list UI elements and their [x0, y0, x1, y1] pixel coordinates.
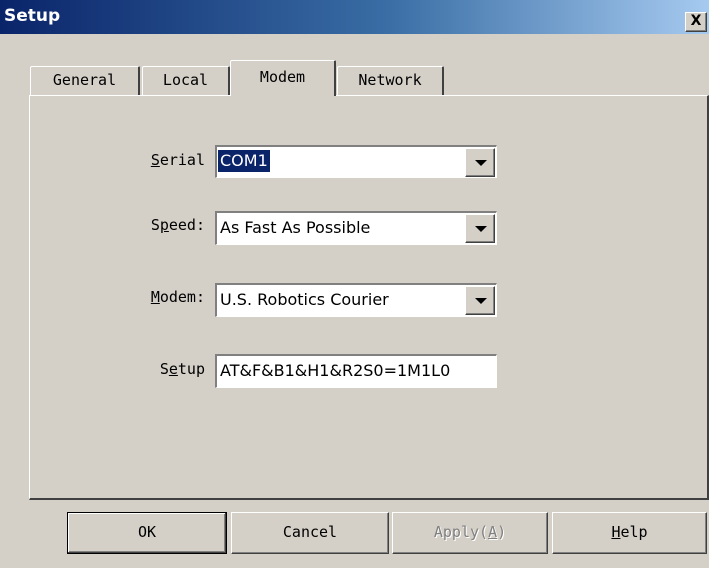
speed-label-pre: S	[150, 216, 160, 234]
help-button[interactable]: Help	[552, 512, 707, 554]
tab-local[interactable]: Local	[142, 66, 230, 96]
serial-dropdown[interactable]: COM1	[215, 145, 497, 178]
apply-label-pre: Apply(	[433, 523, 489, 541]
help-label-rest: elp	[620, 523, 648, 541]
modem-label-mnemonic: M	[150, 288, 160, 306]
serial-dropdown-button[interactable]	[465, 148, 495, 177]
chevron-down-icon	[475, 160, 487, 166]
setup-value: AT&F&B1&H1&R2S0=1M1L0	[220, 361, 451, 380]
serial-label: Serial	[110, 151, 205, 169]
modem-tab-panel: Serial COM1 Speed: As Fast As Possible M…	[29, 95, 709, 500]
tab-general-label: General	[52, 71, 117, 89]
tab-local-label: Local	[162, 71, 209, 89]
setup-string-input[interactable]: AT&F&B1&H1&R2S0=1M1L0	[215, 354, 497, 388]
serial-label-rest: erial	[159, 151, 205, 169]
tab-network[interactable]: Network	[337, 66, 444, 96]
speed-label: Speed:	[110, 216, 205, 234]
setup-label: Setup	[110, 360, 205, 378]
tab-network-label: Network	[358, 71, 422, 89]
modem-dropdown-button[interactable]	[465, 286, 495, 315]
speed-label-mnemonic: p	[159, 216, 169, 234]
setup-label-pre: S	[159, 360, 169, 378]
speed-dropdown-button[interactable]	[465, 214, 495, 243]
ok-button-label: OK	[137, 523, 157, 541]
close-icon: X	[690, 13, 702, 29]
tab-general[interactable]: General	[30, 66, 140, 96]
serial-value: COM1	[218, 150, 270, 172]
window-title: Setup	[4, 6, 61, 26]
tab-modem[interactable]: Modem	[230, 60, 336, 96]
chevron-down-icon	[475, 226, 487, 232]
speed-dropdown[interactable]: As Fast As Possible	[215, 211, 497, 245]
tab-modem-label: Modem	[259, 68, 306, 86]
modem-label: Modem:	[110, 288, 205, 306]
setup-label-mnemonic: e	[168, 360, 178, 378]
apply-label-mnemonic: A	[488, 523, 498, 541]
cancel-button[interactable]: Cancel	[231, 512, 389, 554]
setup-label-rest: tup	[177, 360, 205, 378]
cancel-button-label: Cancel	[282, 523, 338, 541]
serial-label-mnemonic: S	[150, 151, 160, 169]
apply-button[interactable]: Apply(A)	[392, 512, 548, 554]
speed-label-rest: eed:	[168, 216, 205, 234]
modem-dropdown[interactable]: U.S. Robotics Courier	[215, 283, 497, 317]
apply-label-post: )	[497, 523, 507, 541]
chevron-down-icon	[475, 298, 487, 304]
close-button[interactable]: X	[685, 12, 707, 32]
modem-label-rest: odem:	[159, 288, 205, 306]
modem-value: U.S. Robotics Courier	[220, 290, 389, 309]
ok-button[interactable]: OK	[67, 512, 227, 554]
title-bar: Setup X	[0, 0, 709, 34]
speed-value: As Fast As Possible	[220, 218, 371, 237]
